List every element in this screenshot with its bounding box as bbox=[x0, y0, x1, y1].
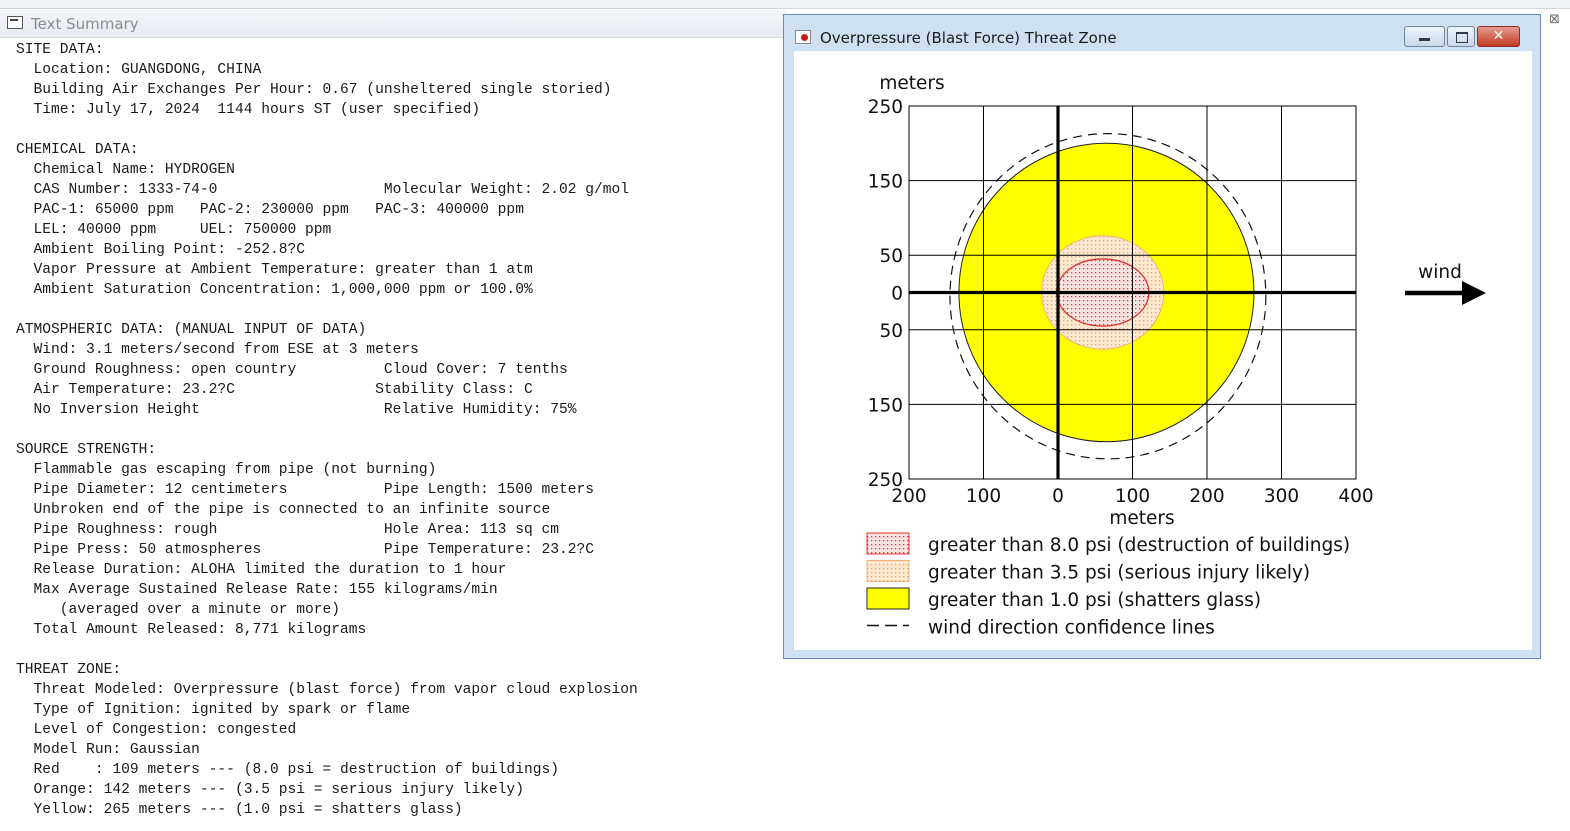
y-tick-label: 50 bbox=[879, 321, 903, 342]
threat-zone-window: Overpressure (Blast Force) Threat Zone ✕… bbox=[783, 14, 1541, 659]
threat-zone-title: Overpressure (Blast Force) Threat Zone bbox=[820, 29, 1117, 47]
host-close-icon[interactable]: ⊠ bbox=[1549, 12, 1560, 27]
legend-label: greater than 8.0 psi (destruction of bui… bbox=[928, 535, 1350, 556]
grid-layer bbox=[908, 105, 1357, 480]
y-tick-label: 250 bbox=[868, 470, 903, 491]
minimize-button[interactable] bbox=[1404, 26, 1445, 47]
minimize-icon bbox=[1419, 38, 1430, 41]
window-icon bbox=[7, 16, 23, 29]
y-tick-label: 0 bbox=[891, 284, 903, 305]
threat-zone-plot-area: 200 100 0 100 200 300 400 250 150 50 0 50 150 250 met… bbox=[794, 51, 1532, 650]
legend-swatch-orange-dots bbox=[866, 560, 910, 582]
x-tick-label: 0 bbox=[1052, 486, 1064, 507]
text-summary-titlebar[interactable]: Text Summary bbox=[0, 10, 785, 38]
maximize-button[interactable] bbox=[1447, 26, 1475, 47]
x-tick-label: 100 bbox=[1115, 486, 1150, 507]
x-tick-label: 400 bbox=[1338, 486, 1373, 507]
text-summary-body: SITE DATA: Location: GUANGDONG, CHINA Bu… bbox=[16, 42, 638, 818]
legend: greater than 8.0 psi (destruction of bui… bbox=[866, 532, 1350, 639]
wind-arrow-icon bbox=[1462, 281, 1486, 305]
zones-layer bbox=[949, 133, 1267, 460]
legend-label: greater than 1.0 psi (shatters glass) bbox=[928, 590, 1261, 611]
maximize-icon bbox=[1456, 32, 1468, 43]
x-tick-label: 300 bbox=[1264, 486, 1299, 507]
legend-swatch-red-dots bbox=[866, 532, 910, 555]
close-icon: ✕ bbox=[1492, 28, 1505, 44]
y-tick-label: 250 bbox=[868, 97, 903, 118]
x-tick-label: 100 bbox=[966, 486, 1001, 507]
x-tick-label: 200 bbox=[1189, 486, 1224, 507]
y-tick-label: 150 bbox=[868, 395, 903, 416]
y-tick-label: 50 bbox=[879, 246, 903, 267]
legend-swatch-yellow bbox=[866, 587, 910, 610]
legend-label: greater than 3.5 psi (serious injury lik… bbox=[928, 563, 1310, 584]
wind-label: wind bbox=[1418, 262, 1462, 283]
aloha-app-icon bbox=[795, 30, 811, 44]
host-top-strip bbox=[0, 0, 1570, 9]
x-axis-label: meters bbox=[1109, 508, 1174, 529]
text-summary-window: Text Summary SITE DATA: Location: GUANGD… bbox=[0, 10, 785, 831]
y-axis-label: meters bbox=[879, 73, 944, 94]
threat-zone-chart: 200 100 0 100 200 300 40025015050050150250 met… bbox=[866, 73, 1486, 639]
legend-label: wind direction confidence lines bbox=[928, 618, 1215, 639]
y-tick-label: 150 bbox=[868, 172, 903, 193]
wind-indicator: wind bbox=[1405, 262, 1486, 305]
text-summary-title: Text Summary bbox=[31, 15, 139, 33]
close-button[interactable]: ✕ bbox=[1477, 26, 1520, 47]
threat-zone-titlebar[interactable]: Overpressure (Blast Force) Threat Zone ✕ bbox=[784, 15, 1540, 51]
